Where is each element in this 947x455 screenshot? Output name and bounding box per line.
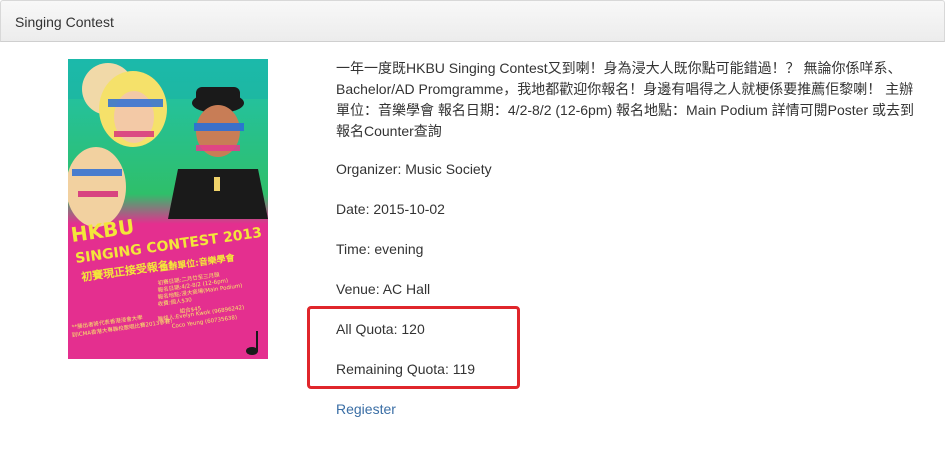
event-time: Time: evening	[336, 241, 424, 257]
panel-header: Singing Contest	[0, 0, 945, 42]
event-all-quota: All Quota: 120	[336, 321, 425, 337]
event-description: 一年一度既HKBU Singing Contest又到喇！身為浸大人既你點可能錯…	[336, 60, 914, 139]
page-title: Singing Contest	[15, 14, 114, 30]
event-venue: Venue: AC Hall	[336, 281, 431, 297]
register-link[interactable]: Regiester	[336, 401, 396, 417]
event-date: Date: 2015-10-02	[336, 201, 445, 217]
event-poster: HKBU SINGING CONTEST 2013 初賽現正接受報名! 主辦單位…	[68, 59, 268, 359]
event-organizer: Organizer: Music Society	[336, 161, 492, 177]
event-remaining-quota: Remaining Quota: 119	[336, 361, 476, 377]
event-description-block: 一年一度既HKBU Singing Contest又到喇！身為浸大人既你點可能錯…	[336, 58, 926, 142]
